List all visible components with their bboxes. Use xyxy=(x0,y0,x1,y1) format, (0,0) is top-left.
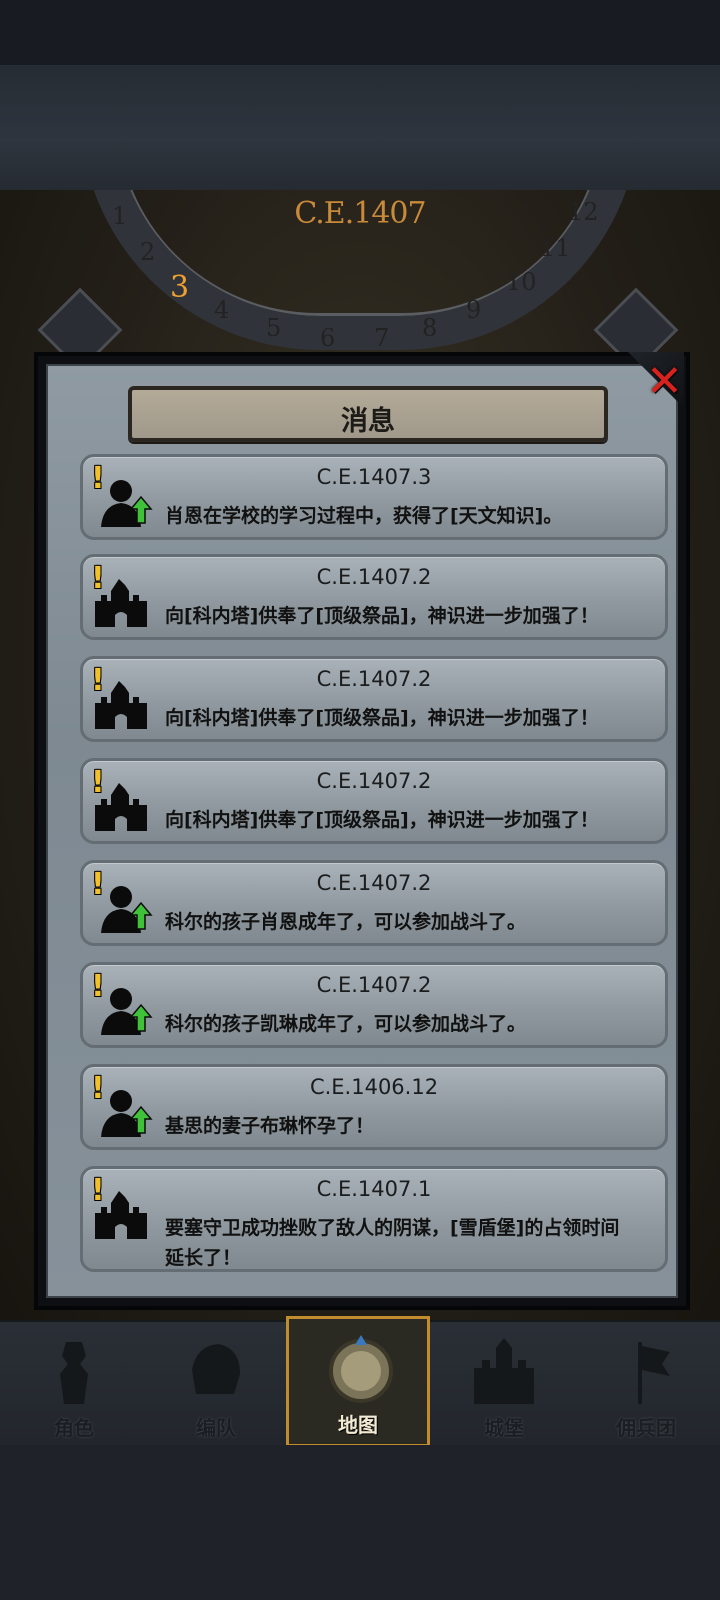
nav-label: 佣兵团 xyxy=(616,1416,676,1440)
message-date: C.E.1407.2 xyxy=(316,565,432,589)
dial-number: 11 xyxy=(540,234,571,262)
nav-item-castle[interactable]: 城堡 xyxy=(432,1322,576,1447)
message-item[interactable]: ! C.E.1407.2 科尔的孩子肖恩成年了，可以参加战斗了。 xyxy=(80,860,668,946)
message-date: C.E.1407.2 xyxy=(316,973,432,997)
message-item[interactable]: ! C.E.1406.12 基思的妻子布琳怀孕了！ xyxy=(80,1064,668,1150)
message-text: 要塞守卫成功挫败了敌人的阴谋，[雪盾堡]的占领时间 延长了！ xyxy=(165,1213,651,1273)
helmet-icon xyxy=(192,1344,240,1394)
message-date: C.E.1407.3 xyxy=(316,465,432,489)
message-text: 肖恩在学校的学习过程中，获得了[天文知识]。 xyxy=(165,505,563,527)
nav-item-map[interactable]: 地图 xyxy=(286,1316,430,1447)
dial-number: 10 xyxy=(506,268,537,296)
message-text: 科尔的孩子凯琳成年了，可以参加战斗了。 xyxy=(165,1013,527,1035)
close-x-icon[interactable]: ✕ xyxy=(646,356,683,407)
nav-label: 地图 xyxy=(338,1413,378,1437)
status-bar-area xyxy=(0,0,720,65)
map-compass-icon xyxy=(329,1335,393,1403)
message-list-area[interactable]: 消息 ! C.E.1407.3 肖恩在学校的学习过程中，获得了[天文知识]。 !… xyxy=(46,364,678,1298)
nav-item-formation[interactable]: 编队 xyxy=(144,1322,288,1447)
message-date: C.E.1407.2 xyxy=(316,667,432,691)
dial-number: 6 xyxy=(320,324,336,352)
dial-number: 2 xyxy=(140,238,156,266)
message-text-line: 延长了！ xyxy=(165,1247,242,1269)
message-text-line: 要塞守卫成功挫败了敌人的阴谋，[雪盾堡]的占领时间 xyxy=(165,1217,620,1239)
knight-icon xyxy=(60,1342,88,1404)
nav-label: 城堡 xyxy=(484,1416,524,1440)
message-text: 向[科内塔]供奉了[顶级祭品]，神识进一步加强了！ xyxy=(165,809,599,831)
nav-label: 编队 xyxy=(196,1416,236,1440)
dial-number: 8 xyxy=(422,314,438,342)
current-year: C.E.1407 xyxy=(294,196,426,231)
bottom-nav: 角色 编队 地图 城堡 佣兵团 xyxy=(0,1316,720,1447)
message-item[interactable]: ! C.E.1407.2 科尔的孩子凯琳成年了，可以参加战斗了。 xyxy=(80,962,668,1048)
message-text: 向[科内塔]供奉了[顶级祭品]，神识进一步加强了！ xyxy=(165,707,599,729)
dialog-title: 消息 xyxy=(341,406,395,437)
top-banner xyxy=(0,65,720,190)
dial-number: 9 xyxy=(466,296,482,324)
nav-item-mercenary[interactable]: 佣兵团 xyxy=(574,1322,718,1447)
castle-icon xyxy=(474,1338,534,1404)
message-item[interactable]: ! C.E.1407.2 向[科内塔]供奉了[顶级祭品]，神识进一步加强了！ xyxy=(80,758,668,844)
nav-label: 角色 xyxy=(54,1416,94,1440)
bottom-band xyxy=(0,1445,720,1600)
message-date: C.E.1407.1 xyxy=(316,1177,432,1201)
message-text: 基思的妻子布琳怀孕了！ xyxy=(165,1115,375,1137)
banner-flag-icon xyxy=(638,1342,670,1404)
message-date: C.E.1407.2 xyxy=(316,769,432,793)
message-item[interactable]: ! C.E.1407.1 要塞守卫成功挫败了敌人的阴谋，[雪盾堡]的占领时间 延… xyxy=(80,1166,668,1272)
dial-number: 5 xyxy=(266,314,282,342)
message-dialog: 消息 ! C.E.1407.3 肖恩在学校的学习过程中，获得了[天文知识]。 !… xyxy=(34,352,690,1310)
message-text: 科尔的孩子肖恩成年了，可以参加战斗了。 xyxy=(165,911,527,933)
message-date: C.E.1407.2 xyxy=(316,871,432,895)
message-item[interactable]: ! C.E.1407.3 肖恩在学校的学习过程中，获得了[天文知识]。 xyxy=(80,454,668,540)
message-text: 向[科内塔]供奉了[顶级祭品]，神识进一步加强了！ xyxy=(165,605,599,627)
dial-number-current: 3 xyxy=(170,270,190,305)
dial-number: 4 xyxy=(214,296,230,324)
dialog-title-plate: 消息 xyxy=(128,386,608,442)
dial-number: 7 xyxy=(374,324,390,352)
message-item[interactable]: ! C.E.1407.2 向[科内塔]供奉了[顶级祭品]，神识进一步加强了！ xyxy=(80,656,668,742)
nav-item-character[interactable]: 角色 xyxy=(2,1322,146,1447)
message-date: C.E.1406.12 xyxy=(309,1075,439,1099)
message-item[interactable]: ! C.E.1407.2 向[科内塔]供奉了[顶级祭品]，神识进一步加强了！ xyxy=(80,554,668,640)
